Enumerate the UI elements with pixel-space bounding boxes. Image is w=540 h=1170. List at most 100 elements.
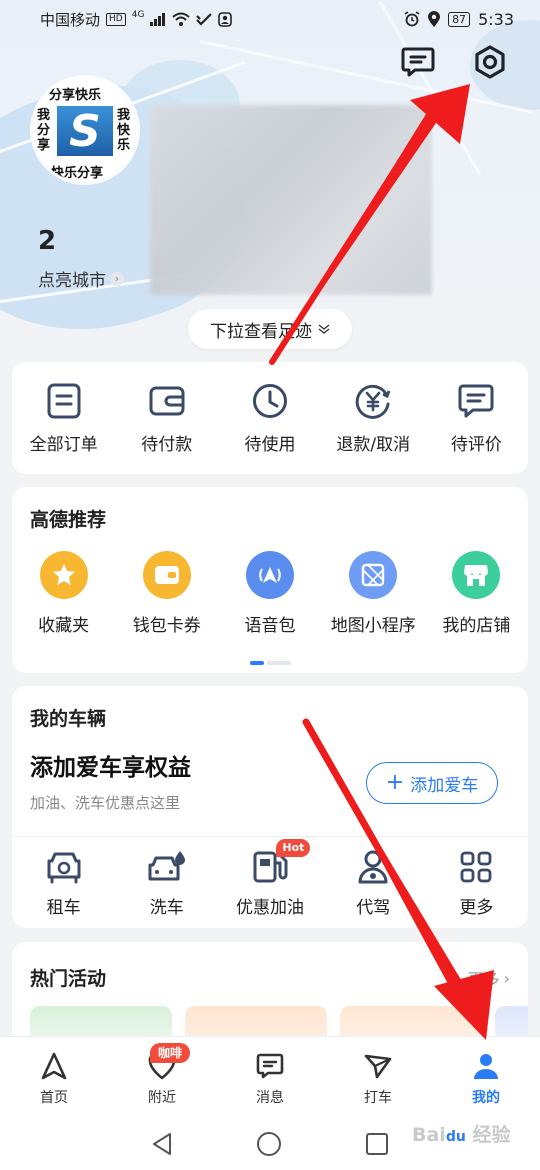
taxi-icon xyxy=(364,1054,392,1079)
recommend-wallet-cards-label: 钱包卡券 xyxy=(132,616,201,636)
gear-icon xyxy=(475,45,505,79)
recommend-my-store[interactable]: 我的店铺 xyxy=(425,551,528,636)
wallet-card-icon xyxy=(142,551,191,599)
driver-icon xyxy=(358,850,388,884)
order-refund[interactable]: 退款/取消 xyxy=(322,382,425,455)
activities-title: 热门活动 xyxy=(30,968,107,990)
wallet-icon xyxy=(149,386,185,416)
order-to-review-label: 待评价 xyxy=(450,435,502,455)
order-pending-payment[interactable]: 待付款 xyxy=(115,382,218,455)
avatar-text-left: 我分享 xyxy=(37,108,51,153)
voice-pack-icon xyxy=(246,551,294,599)
chevron-right-icon: › xyxy=(110,271,124,286)
avatar-logo: S xyxy=(57,106,113,157)
mini-program-icon xyxy=(349,551,398,599)
coffee-badge: 咖啡 xyxy=(150,1043,191,1063)
recents-icon[interactable] xyxy=(365,1132,389,1156)
pull-down-footprint-button[interactable]: 下拉查看足迹 xyxy=(188,309,352,349)
plus-icon: + xyxy=(385,770,405,795)
vehicle-title: 我的车辆 xyxy=(30,708,107,730)
service-more[interactable]: 更多 xyxy=(425,849,528,918)
service-rent-car[interactable]: 租车 xyxy=(12,849,115,918)
hot-badge: Hot xyxy=(276,839,311,857)
order-all-label: 全部订单 xyxy=(29,435,98,455)
avatar-text-top: 分享快乐 xyxy=(49,88,102,103)
vehicle-card: 我的车辆 添加爱车享权益 加油、洗车优惠点这里 + 添加爱车 租车 洗车 Hot… xyxy=(12,686,528,928)
alarm-icon xyxy=(404,11,420,27)
battery-indicator: 87 xyxy=(448,11,471,27)
order-all[interactable]: 全部订单 xyxy=(12,382,115,455)
recommend-wallet-cards[interactable]: 钱包卡券 xyxy=(115,551,218,636)
lit-cities-label: 点亮城市 xyxy=(38,271,106,291)
recommend-my-store-label: 我的店铺 xyxy=(442,616,511,636)
activities-more-label: 更多 xyxy=(467,970,500,989)
message-icon xyxy=(401,47,435,77)
home-icon[interactable] xyxy=(256,1131,282,1157)
tab-home-label: 首页 xyxy=(40,1090,68,1106)
recommend-voice-pack-label: 语音包 xyxy=(244,616,296,636)
service-more-label: 更多 xyxy=(459,898,494,918)
wifi-icon xyxy=(172,12,191,26)
blurred-profile-info xyxy=(150,105,432,295)
tab-nearby[interactable]: 咖啡 附近 xyxy=(108,1037,216,1118)
avatar[interactable]: 分享快乐 我分享 S 我快乐 快乐分享 xyxy=(33,78,137,182)
add-car-label: 添加爱车 xyxy=(410,775,479,796)
back-icon[interactable] xyxy=(151,1132,173,1156)
order-to-use-label: 待使用 xyxy=(244,435,296,455)
service-fuel-discount-label: 优惠加油 xyxy=(236,898,304,918)
navigation-icon xyxy=(41,1052,67,1080)
store-icon xyxy=(452,551,501,599)
tab-taxi[interactable]: 打车 xyxy=(324,1037,432,1118)
clock: 5:33 xyxy=(478,9,514,29)
recommend-mini-program[interactable]: 地图小程序 xyxy=(322,551,425,636)
rent-car-icon xyxy=(47,852,81,884)
double-check-icon xyxy=(196,13,213,26)
carrier-name: 中国移动 xyxy=(40,10,101,29)
avatar-text-right: 我快乐 xyxy=(117,108,131,153)
grid-icon xyxy=(461,851,492,883)
clock-icon xyxy=(253,384,287,418)
recommend-voice-pack[interactable]: 语音包 xyxy=(218,551,321,636)
service-designated-driver[interactable]: 代驾 xyxy=(322,849,425,918)
network-label: 4G xyxy=(131,10,145,20)
order-refund-label: 退款/取消 xyxy=(336,435,411,455)
tab-messages-label: 消息 xyxy=(256,1090,284,1106)
recommend-favorites[interactable]: 收藏夹 xyxy=(12,551,115,636)
user-icon xyxy=(474,1054,498,1079)
service-rent-car-label: 租车 xyxy=(46,898,81,918)
tab-messages[interactable]: 消息 xyxy=(216,1037,324,1118)
service-car-wash[interactable]: 洗车 xyxy=(115,849,218,918)
order-list-icon xyxy=(47,383,81,419)
service-car-wash-label: 洗车 xyxy=(149,898,184,918)
order-pending-payment-label: 待付款 xyxy=(141,435,193,455)
baidu-watermark: Baidu 经验 xyxy=(412,1124,511,1146)
recommend-mini-program-label: 地图小程序 xyxy=(330,616,416,636)
city-count: 2 xyxy=(38,226,57,256)
refund-icon xyxy=(355,384,391,419)
pull-hint-label: 下拉查看足迹 xyxy=(210,321,312,342)
comment-icon xyxy=(458,384,494,418)
orders-card: 全部订单 待付款 待使用 退款/取消 待评价 xyxy=(12,362,528,474)
page-indicator xyxy=(250,661,291,665)
order-to-use[interactable]: 待使用 xyxy=(218,382,321,455)
avatar-text-bottom: 快乐分享 xyxy=(51,166,104,181)
add-car-button[interactable]: + 添加爱车 xyxy=(366,762,498,804)
bottom-tab-bar: 首页 咖啡 附近 消息 打车 我的 xyxy=(0,1036,540,1118)
divider xyxy=(12,836,528,837)
vehicle-headline: 添加爱车享权益 xyxy=(30,755,191,781)
service-designated-driver-label: 代驾 xyxy=(356,898,391,918)
lit-cities-link[interactable]: 点亮城市 › xyxy=(38,266,124,291)
order-to-review[interactable]: 待评价 xyxy=(425,382,528,455)
activities-more-link[interactable]: 更多 › xyxy=(468,966,510,990)
location-icon xyxy=(428,11,441,27)
chevron-right-icon: › xyxy=(503,968,510,988)
messages-button[interactable] xyxy=(398,42,438,82)
tab-home[interactable]: 首页 xyxy=(0,1037,108,1118)
recommend-card: 高德推荐 收藏夹 钱包卡券 语音包 地图小程序 我的店铺 xyxy=(12,487,528,673)
service-fuel-discount[interactable]: Hot 优惠加油 xyxy=(218,839,321,918)
settings-button[interactable] xyxy=(470,42,510,82)
vehicle-subtitle: 加油、洗车优惠点这里 xyxy=(30,794,181,812)
tab-taxi-label: 打车 xyxy=(364,1090,392,1106)
hd-badge: HD xyxy=(106,12,126,26)
tab-mine[interactable]: 我的 xyxy=(432,1037,540,1118)
